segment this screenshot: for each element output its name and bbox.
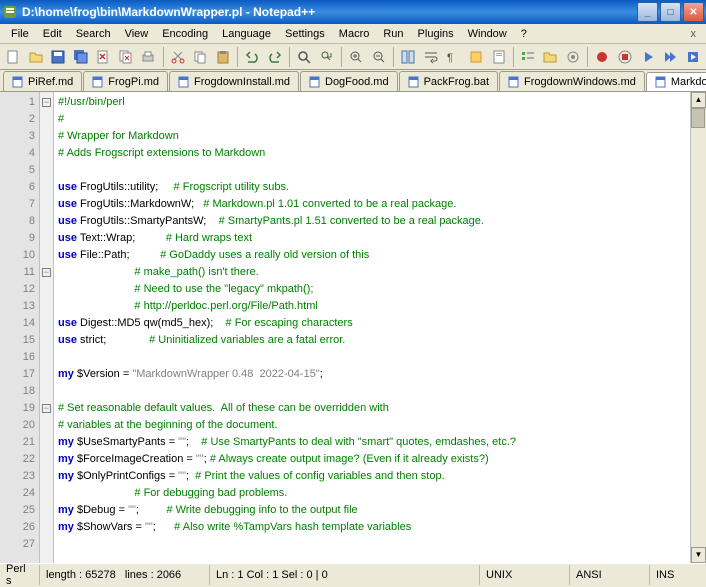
play-multiple-button[interactable] bbox=[660, 46, 681, 68]
menu-search[interactable]: Search bbox=[69, 26, 118, 42]
tab-packfrog-bat[interactable]: PackFrog.bat bbox=[399, 71, 498, 91]
find-button[interactable] bbox=[294, 46, 315, 68]
menu-file[interactable]: File bbox=[4, 26, 36, 42]
status-encoding: ANSI bbox=[570, 565, 650, 585]
menu-language[interactable]: Language bbox=[215, 26, 278, 42]
file-icon bbox=[309, 76, 321, 88]
menu-window[interactable]: Window bbox=[461, 26, 514, 42]
toolbar: ¶ bbox=[0, 44, 706, 70]
monitor-button[interactable] bbox=[563, 46, 584, 68]
file-icon bbox=[408, 76, 420, 88]
indent-guide-button[interactable] bbox=[466, 46, 487, 68]
scroll-down-button[interactable]: ▼ bbox=[691, 547, 706, 563]
close-file-button[interactable] bbox=[93, 46, 114, 68]
open-file-button[interactable] bbox=[26, 46, 47, 68]
redo-button[interactable] bbox=[265, 46, 286, 68]
doc-map-button[interactable] bbox=[488, 46, 509, 68]
status-bar: Perl s length : 65278 lines : 2066 Ln : … bbox=[0, 563, 706, 585]
print-button[interactable] bbox=[138, 46, 159, 68]
replace-button[interactable] bbox=[317, 46, 338, 68]
tab-label: FrogdownWindows.md bbox=[524, 76, 636, 88]
menu-settings[interactable]: Settings bbox=[278, 26, 332, 42]
toolbar-separator bbox=[587, 47, 588, 67]
tab-label: FrogPi.md bbox=[108, 76, 159, 88]
save-all-button[interactable] bbox=[71, 46, 92, 68]
tab-dogfood-md[interactable]: DogFood.md bbox=[300, 71, 398, 91]
tab-label: PiRef.md bbox=[28, 76, 73, 88]
tab-frogdowninstall-md[interactable]: FrogdownInstall.md bbox=[169, 71, 299, 91]
svg-text:¶: ¶ bbox=[447, 52, 453, 64]
stop-macro-button[interactable] bbox=[615, 46, 636, 68]
menu-view[interactable]: View bbox=[118, 26, 156, 42]
menu-run[interactable]: Run bbox=[376, 26, 410, 42]
sync-vscroll-button[interactable] bbox=[398, 46, 419, 68]
toolbar-separator bbox=[237, 47, 238, 67]
zoom-in-button[interactable] bbox=[346, 46, 367, 68]
zoom-out-button[interactable] bbox=[369, 46, 390, 68]
close-button[interactable]: ✕ bbox=[683, 2, 704, 22]
minimize-button[interactable]: _ bbox=[637, 2, 658, 22]
code-content[interactable]: #!/usr/bin/perl## Wrapper for Markdown# … bbox=[54, 92, 690, 563]
folder-workspace-button[interactable] bbox=[540, 46, 561, 68]
toolbar-separator bbox=[289, 47, 290, 67]
line-number-gutter: 1234567891011121314151617181920212223242… bbox=[0, 92, 40, 563]
tab-piref-md[interactable]: PiRef.md bbox=[3, 71, 82, 91]
show-chars-button[interactable]: ¶ bbox=[443, 46, 464, 68]
tab-label: DogFood.md bbox=[325, 76, 389, 88]
paste-button[interactable] bbox=[213, 46, 234, 68]
tab-markdownwrapper-pl[interactable]: MarkdownWrapper.pl bbox=[646, 72, 706, 92]
toolbar-separator bbox=[341, 47, 342, 67]
toolbar-separator bbox=[513, 47, 514, 67]
app-icon bbox=[2, 4, 18, 20]
cut-button[interactable] bbox=[168, 46, 189, 68]
fold-margin[interactable]: − − − bbox=[40, 92, 54, 563]
tab-bar: PiRef.md FrogPi.md FrogdownInstall.md DogFo… bbox=[0, 70, 706, 92]
tab-label: PackFrog.bat bbox=[424, 76, 489, 88]
status-eol: UNIX bbox=[480, 565, 570, 585]
menu-help[interactable]: ? bbox=[514, 26, 534, 42]
scroll-up-button[interactable]: ▲ bbox=[691, 92, 706, 108]
menu-edit[interactable]: Edit bbox=[36, 26, 69, 42]
window-title: D:\home\frog\bin\MarkdownWrapper.pl - No… bbox=[22, 5, 635, 19]
title-bar: D:\home\frog\bin\MarkdownWrapper.pl - No… bbox=[0, 0, 706, 24]
mdi-close-icon[interactable]: x bbox=[685, 26, 703, 42]
status-position: Ln : 1 Col : 1 Sel : 0 | 0 bbox=[210, 565, 480, 585]
new-file-button[interactable] bbox=[3, 46, 24, 68]
save-macro-button[interactable] bbox=[682, 46, 703, 68]
tab-frogdownwindows-md[interactable]: FrogdownWindows.md bbox=[499, 71, 645, 91]
undo-button[interactable] bbox=[242, 46, 263, 68]
scroll-thumb[interactable] bbox=[691, 108, 705, 128]
status-insert-mode: INS bbox=[650, 565, 706, 585]
play-macro-button[interactable] bbox=[637, 46, 658, 68]
menu-plugins[interactable]: Plugins bbox=[411, 26, 461, 42]
toolbar-separator bbox=[163, 47, 164, 67]
file-icon bbox=[92, 76, 104, 88]
menu-bar: FileEditSearchViewEncodingLanguageSettin… bbox=[0, 24, 706, 44]
tab-label: FrogdownInstall.md bbox=[194, 76, 290, 88]
tab-frogpi-md[interactable]: FrogPi.md bbox=[83, 71, 168, 91]
wordwrap-button[interactable] bbox=[421, 46, 442, 68]
function-list-button[interactable] bbox=[518, 46, 539, 68]
status-length: length : 65278 lines : 2066 bbox=[40, 565, 210, 585]
file-icon bbox=[655, 76, 667, 88]
editor-area: 1234567891011121314151617181920212223242… bbox=[0, 92, 706, 563]
copy-button[interactable] bbox=[190, 46, 211, 68]
status-language: Perl s bbox=[0, 565, 40, 585]
vertical-scrollbar[interactable]: ▲ ▼ bbox=[690, 92, 706, 563]
close-all-button[interactable] bbox=[116, 46, 137, 68]
save-button[interactable] bbox=[48, 46, 69, 68]
toolbar-separator bbox=[393, 47, 394, 67]
menu-encoding[interactable]: Encoding bbox=[155, 26, 215, 42]
file-icon bbox=[12, 76, 24, 88]
file-icon bbox=[178, 76, 190, 88]
tab-label: MarkdownWrapper.pl bbox=[671, 76, 706, 88]
record-macro-button[interactable] bbox=[592, 46, 613, 68]
maximize-button[interactable]: □ bbox=[660, 2, 681, 22]
file-icon bbox=[508, 76, 520, 88]
menu-macro[interactable]: Macro bbox=[332, 26, 377, 42]
